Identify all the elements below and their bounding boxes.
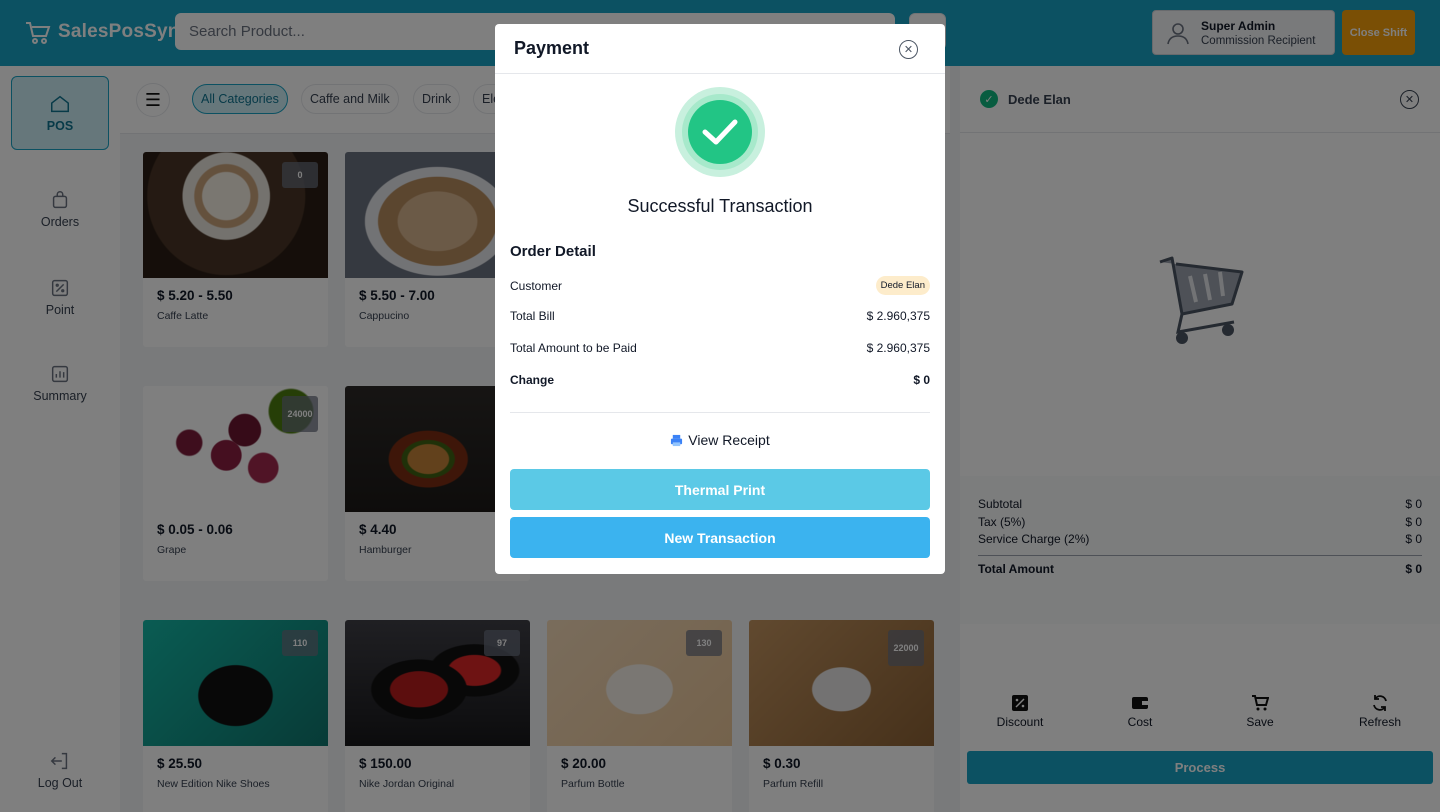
customer-badge: Dede Elan [875,276,930,295]
modal-title: Payment [514,38,590,58]
change-value: $ 0 [913,373,930,387]
modal-header: Payment ✕ [495,24,945,74]
divider [510,412,930,413]
change-row: Change $ 0 [510,373,930,387]
transaction-status: Successful Transaction [627,196,813,216]
order-detail-title: Order Detail [510,243,596,260]
amount-to-pay-value: $ 2.960,375 [866,341,930,355]
close-icon[interactable]: ✕ [899,40,918,59]
total-bill-label: Total Bill [510,309,555,323]
view-receipt-label: View Receipt [688,432,770,448]
success-check-icon [675,87,765,177]
new-transaction-button[interactable]: New Transaction [510,517,930,558]
payment-modal: Payment ✕ Successful Transaction Order D… [495,24,945,574]
total-bill-row: Total Bill $ 2.960,375 [510,309,930,323]
view-receipt-link[interactable]: View Receipt [495,432,945,448]
customer-row: Customer Dede Elan [510,276,930,295]
amount-to-pay-label: Total Amount to be Paid [510,341,637,355]
thermal-print-button[interactable]: Thermal Print [510,469,930,510]
printer-icon [671,434,683,446]
amount-to-pay-row: Total Amount to be Paid $ 2.960,375 [510,341,930,355]
total-bill-value: $ 2.960,375 [866,309,930,323]
change-label: Change [510,373,555,387]
customer-label: Customer [510,278,563,293]
